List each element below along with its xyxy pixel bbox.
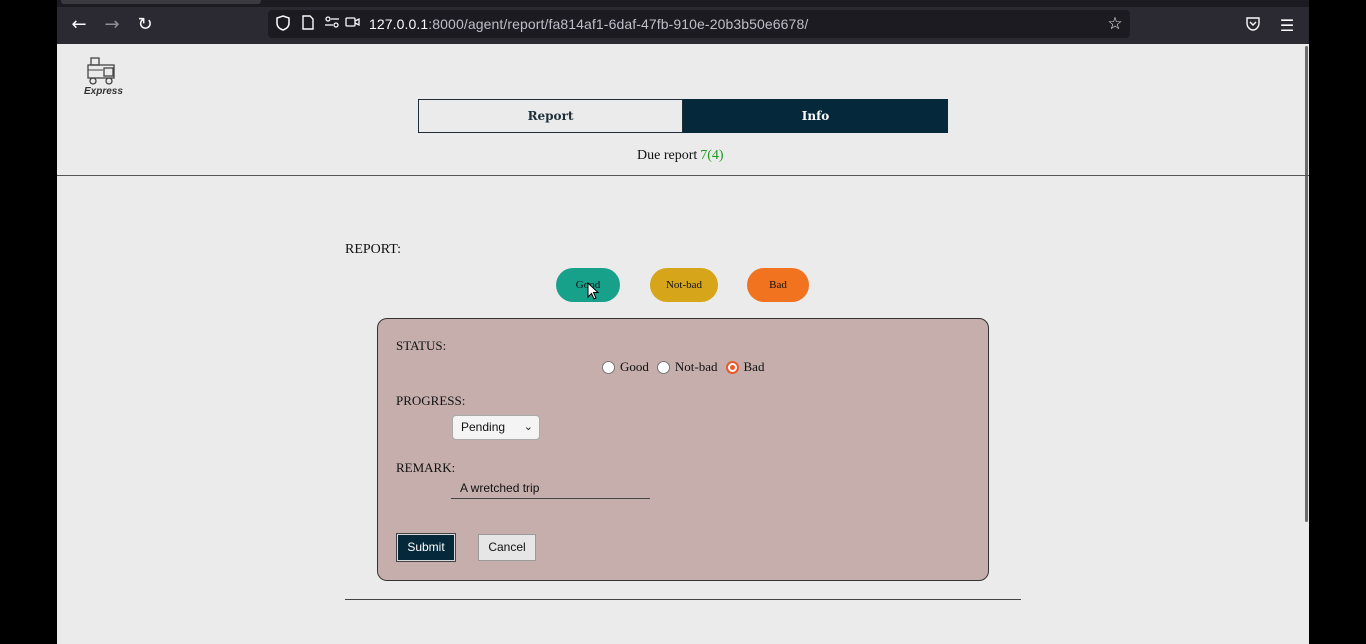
url-path: :8000/agent/report/fa814af1-6daf-47fb-91…: [428, 16, 809, 32]
page-content: Express Report Info Due report 7(4) REPOR…: [57, 44, 1309, 644]
bookmark-star-icon[interactable]: ☆: [1104, 13, 1126, 35]
due-report-label: Due report: [637, 148, 698, 163]
report-form: STATUS: Good Not-bad Bad PROGRESS: Pendi…: [377, 318, 989, 581]
shield-icon[interactable]: [274, 15, 292, 33]
progress-select-value: Pending: [461, 420, 506, 434]
submit-button[interactable]: Submit: [397, 534, 455, 561]
not-bad-button[interactable]: Not-bad: [650, 268, 718, 302]
divider: [57, 175, 1309, 176]
menu-icon[interactable]: ☰: [1276, 15, 1298, 37]
browser-window: ← → ↻ 127.0.0.1:8000/agent/report/fa814a…: [57, 0, 1309, 644]
due-report: Due report 7(4): [637, 148, 724, 164]
status-radio-group: Good Not-bad Bad: [602, 359, 772, 375]
progress-label: PROGRESS:: [396, 393, 466, 408]
permissions-icon[interactable]: [323, 15, 341, 33]
cancel-button[interactable]: Cancel: [478, 534, 536, 561]
divider: [345, 599, 1021, 600]
bad-button[interactable]: Bad: [747, 268, 809, 302]
back-icon[interactable]: ←: [67, 14, 91, 38]
remark-label: REMARK:: [396, 460, 456, 475]
mouse-cursor-icon: [587, 281, 601, 300]
browser-tab[interactable]: [61, 0, 261, 4]
url-host: 127.0.0.1: [369, 16, 429, 32]
scrollbar[interactable]: [1305, 46, 1308, 522]
due-report-count[interactable]: 7(4): [700, 148, 723, 163]
status-radio-not-bad[interactable]: [656, 360, 670, 374]
progress-select[interactable]: Pending ⌄: [452, 415, 540, 440]
browser-toolbar: ← → ↻ 127.0.0.1:8000/agent/report/fa814a…: [57, 7, 1309, 44]
page-tabs: Report Info: [418, 99, 948, 133]
status-radio-good-label: Good: [620, 359, 649, 374]
status-radio-good[interactable]: [602, 360, 615, 374]
forward-icon[interactable]: →: [100, 14, 124, 38]
status-radio-not-bad-label: Not-bad: [674, 359, 718, 374]
chevron-down-icon: ⌄: [523, 421, 533, 433]
pocket-icon[interactable]: [1242, 15, 1264, 37]
camera-icon[interactable]: [343, 15, 361, 33]
url-text[interactable]: 127.0.0.1:8000/agent/report/fa814af1-6da…: [369, 15, 808, 33]
logo-text: Express: [84, 86, 123, 97]
report-label: REPORT:: [345, 242, 402, 257]
tab-info[interactable]: Info: [683, 99, 948, 133]
tab-strip: [57, 0, 1309, 7]
url-bar[interactable]: 127.0.0.1:8000/agent/report/fa814af1-6da…: [268, 10, 1130, 38]
tab-report[interactable]: Report: [418, 99, 683, 133]
reload-icon[interactable]: ↻: [133, 14, 157, 38]
status-radio-bad[interactable]: [725, 360, 739, 374]
status-label: STATUS:: [396, 338, 447, 353]
remark-input[interactable]: A wretched trip: [451, 479, 650, 499]
page-icon: [299, 15, 317, 33]
status-radio-bad-label: Bad: [743, 359, 765, 374]
